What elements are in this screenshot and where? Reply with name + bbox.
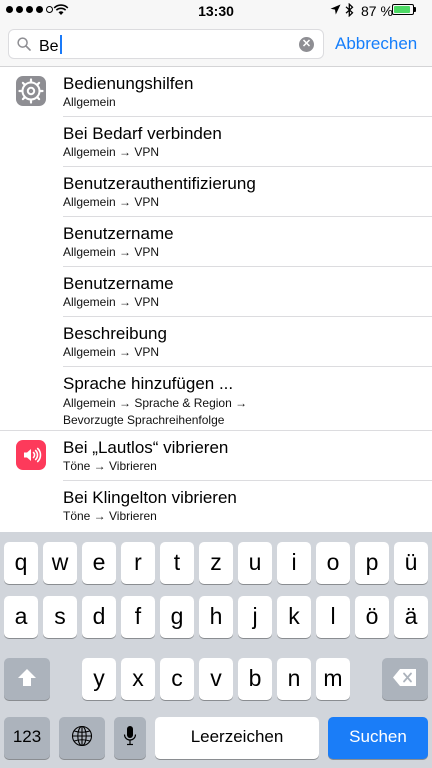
search-result-row[interactable]: Benutzerauthentifizierung Allgemein → VP… — [0, 167, 432, 217]
key-z[interactable]: z — [199, 542, 233, 584]
search-result-row[interactable]: Benutzername Allgemein → VPN — [0, 267, 432, 317]
key-p[interactable]: p — [355, 542, 389, 584]
result-title: Bedienungshilfen — [63, 74, 194, 93]
key-y[interactable]: y — [82, 658, 116, 700]
key-t[interactable]: t — [160, 542, 194, 584]
bluetooth-icon — [345, 3, 354, 17]
key-k[interactable]: k — [277, 596, 311, 638]
key-oe[interactable]: ö — [355, 596, 389, 638]
result-title: Bei Bedarf verbinden — [63, 124, 222, 143]
key-i[interactable]: i — [277, 542, 311, 584]
key-d[interactable]: d — [82, 596, 116, 638]
result-title: Benutzerauthentifizierung — [63, 174, 256, 193]
cancel-button[interactable]: Abbrechen — [335, 34, 417, 54]
key-h[interactable]: h — [199, 596, 233, 638]
status-bar: 13:30 87 % — [0, 0, 432, 22]
battery-level-fill — [394, 6, 410, 13]
result-path: Allgemein → Sprache & Region → Bevorzugt… — [63, 395, 247, 429]
result-title: Beschreibung — [63, 324, 167, 343]
result-path: Allgemein → VPN — [63, 345, 160, 359]
location-arrow-icon — [330, 4, 341, 15]
search-key[interactable]: Suchen — [328, 717, 428, 759]
search-result-row[interactable]: Bei „Lautlos“ vibrieren Töne → Vibrieren — [0, 431, 432, 481]
key-m[interactable]: m — [316, 658, 350, 700]
shift-icon — [18, 669, 36, 686]
result-title: Bei Klingelton vibrieren — [63, 488, 237, 507]
result-title: Bei „Lautlos“ vibrieren — [63, 438, 229, 457]
key-v[interactable]: v — [199, 658, 233, 700]
backspace-key[interactable] — [382, 658, 428, 700]
search-field[interactable]: Be ✕ — [8, 29, 324, 59]
dictation-key[interactable] — [114, 717, 146, 759]
search-query-text: Be — [39, 38, 59, 55]
globe-key[interactable] — [59, 717, 105, 759]
result-title: Benutzername — [63, 274, 174, 293]
result-title: Benutzername — [63, 224, 174, 243]
shift-key[interactable] — [4, 658, 50, 700]
result-path: Töne → Vibrieren — [63, 459, 157, 473]
key-o[interactable]: o — [316, 542, 350, 584]
keyboard: q w e r t z u i o p ü a s d f g h j k l … — [0, 532, 432, 768]
key-x[interactable]: x — [121, 658, 155, 700]
key-w[interactable]: w — [43, 542, 77, 584]
result-path: Allgemein → VPN — [63, 195, 160, 209]
result-title: Sprache hinzufügen ... — [63, 374, 234, 393]
result-path: Allgemein → VPN — [63, 145, 160, 159]
search-result-row[interactable]: Sprache hinzufügen ... Allgemein → Sprac… — [0, 367, 432, 431]
search-result-row[interactable]: Bei Klingelton vibrieren Töne → Vibriere… — [0, 481, 432, 531]
space-key[interactable]: Leerzeichen — [155, 717, 319, 759]
search-result-row[interactable]: Benutzername Allgemein → VPN — [0, 217, 432, 267]
key-a[interactable]: a — [4, 596, 38, 638]
key-q[interactable]: q — [4, 542, 38, 584]
result-path: Allgemein → VPN — [63, 295, 160, 309]
search-result-row[interactable]: Bei Bedarf verbinden Allgemein → VPN — [0, 117, 432, 167]
result-path: Allgemein → VPN — [63, 245, 160, 259]
clear-search-icon[interactable]: ✕ — [299, 37, 314, 52]
globe-icon — [71, 725, 93, 747]
battery-percent: 87 % — [361, 3, 393, 19]
key-u[interactable]: u — [238, 542, 272, 584]
result-path: Töne → Vibrieren — [63, 509, 157, 523]
backspace-icon — [393, 669, 416, 686]
key-r[interactable]: r — [121, 542, 155, 584]
key-s[interactable]: s — [43, 596, 77, 638]
key-g[interactable]: g — [160, 596, 194, 638]
battery-icon — [392, 4, 414, 15]
search-icon — [17, 37, 31, 51]
numbers-key[interactable]: 123 — [4, 717, 50, 759]
search-result-row[interactable]: Beschreibung Allgemein → VPN — [0, 317, 432, 367]
result-path: Allgemein — [63, 95, 116, 109]
key-n[interactable]: n — [277, 658, 311, 700]
key-j[interactable]: j — [238, 596, 272, 638]
battery-tip — [414, 7, 416, 12]
key-b[interactable]: b — [238, 658, 272, 700]
key-f[interactable]: f — [121, 596, 155, 638]
search-result-row[interactable]: Bedienungshilfen Allgemein — [0, 67, 432, 117]
key-ae[interactable]: ä — [394, 596, 428, 638]
speaker-icon — [16, 440, 46, 470]
key-ue[interactable]: ü — [394, 542, 428, 584]
search-results-list: Bedienungshilfen Allgemein Bei Bedarf ve… — [0, 67, 432, 532]
microphone-icon — [123, 726, 137, 746]
gear-icon — [16, 76, 46, 106]
text-cursor — [59, 35, 62, 54]
result-path-line: Allgemein → Sprache & Region → — [63, 396, 248, 410]
result-path-line: Bevorzugte Sprachreihenfolge — [63, 413, 225, 427]
key-e[interactable]: e — [82, 542, 116, 584]
key-l[interactable]: l — [316, 596, 350, 638]
search-header: Be ✕ Abbrechen — [0, 22, 432, 67]
key-c[interactable]: c — [160, 658, 194, 700]
search-input[interactable]: Be — [39, 35, 62, 56]
